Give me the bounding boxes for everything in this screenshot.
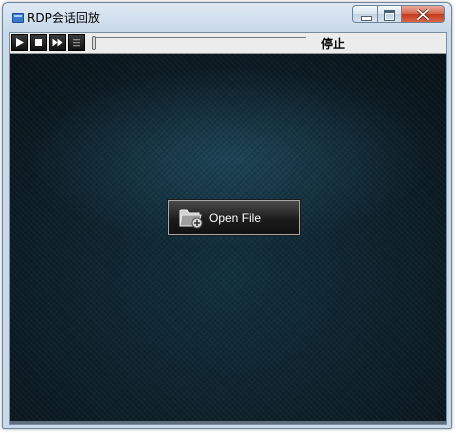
playback-toolbar: 停止 — [10, 33, 446, 54]
app-window-icon — [12, 13, 24, 23]
stage-bottom-border — [10, 421, 446, 424]
minimize-button[interactable] — [352, 5, 378, 23]
play-icon — [16, 38, 24, 47]
open-file-button[interactable]: Open File — [168, 200, 300, 235]
maximize-button[interactable] — [378, 5, 402, 23]
list-button[interactable] — [68, 34, 85, 51]
fast-forward-icon — [52, 38, 63, 47]
list-icon — [73, 39, 80, 47]
stop-icon — [35, 39, 42, 46]
folder-open-icon — [179, 209, 203, 229]
progress-slider-thumb[interactable] — [92, 36, 96, 50]
stop-button[interactable] — [30, 34, 47, 51]
window-controls — [352, 5, 445, 24]
close-button[interactable] — [402, 5, 445, 23]
playback-stage: Open File — [10, 54, 446, 424]
client-area: 停止 Open File — [9, 32, 447, 425]
title-bar[interactable]: RDP会话回放 — [3, 3, 451, 31]
window-title: RDP会话回放 — [27, 11, 100, 25]
close-icon — [417, 9, 429, 20]
app-window: RDP会话回放 停止 Open File — [2, 2, 452, 429]
fast-forward-button[interactable] — [49, 34, 66, 51]
open-file-label: Open File — [209, 211, 262, 225]
playback-status: 停止 — [321, 37, 346, 51]
play-button[interactable] — [11, 34, 28, 51]
progress-slider-track[interactable] — [94, 37, 306, 44]
